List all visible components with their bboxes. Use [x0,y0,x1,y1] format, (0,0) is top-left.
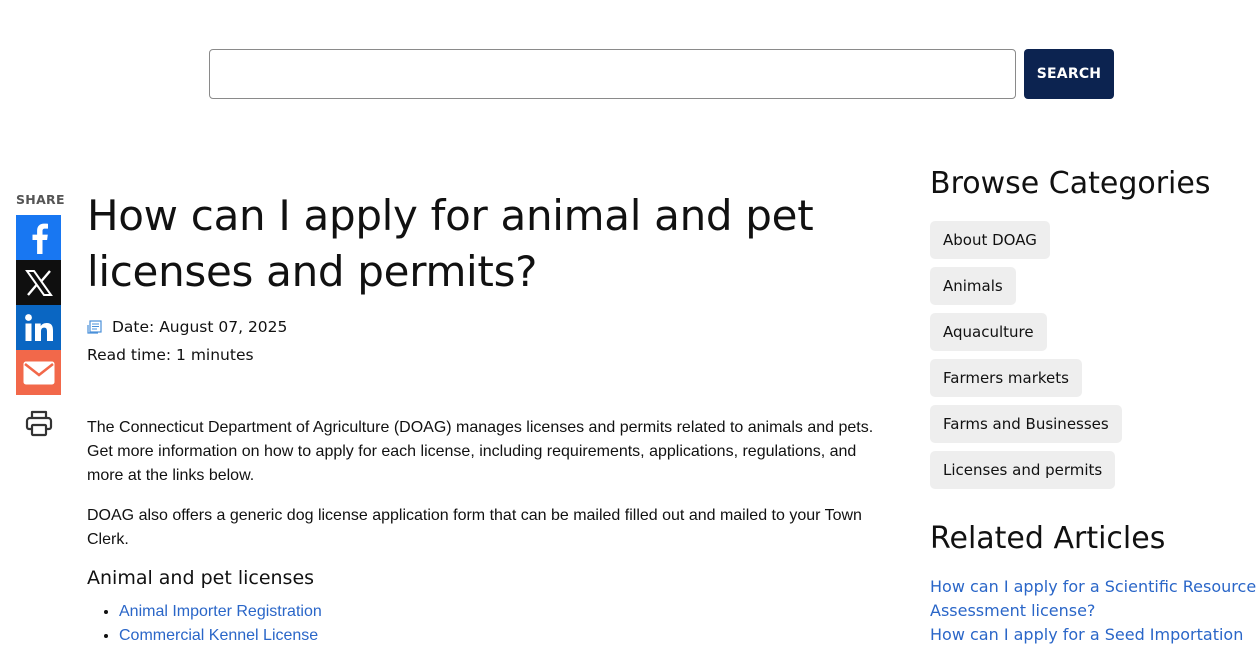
article-date: Date: August 07, 2025 [87,318,287,336]
list-item: How can I apply for a Scientific Resourc… [930,575,1257,623]
category-about-doag[interactable]: About DOAG [930,221,1050,259]
share-email-button[interactable] [16,350,61,395]
related-article-link[interactable]: How can I apply for a Seed Importation [930,625,1243,644]
article-paragraph: The Connecticut Department of Agricultur… [87,419,874,484]
license-links-list: Animal Importer Registration Commercial … [87,600,322,648]
linkedin-icon [24,313,53,341]
page-title: How can I apply for animal and pet licen… [87,191,814,296]
share-facebook-button[interactable] [16,215,61,260]
calendar-icon [87,320,102,334]
category-animals[interactable]: Animals [930,267,1016,305]
browse-categories-heading: Browse Categories [930,166,1211,201]
category-licenses-and-permits[interactable]: Licenses and permits [930,451,1116,489]
article-paragraph: DOAG also offers a generic dog license a… [87,507,862,548]
related-articles-heading: Related Articles [930,521,1166,556]
share-x-button[interactable] [16,260,61,305]
share-label: SHARE [16,192,65,207]
category-farmers-markets[interactable]: Farmers markets [930,359,1082,397]
x-icon [24,269,53,296]
related-articles-list: How can I apply for a Scientific Resourc… [930,575,1257,647]
category-farms-and-businesses[interactable]: Farms and Businesses [930,405,1122,443]
list-item: How can I apply for a Seed Importation [930,623,1257,647]
search-input[interactable] [209,49,1016,99]
related-article-link[interactable]: How can I apply for a Scientific Resourc… [930,577,1256,620]
read-time: Read time: 1 minutes [87,346,254,364]
printer-icon [25,410,52,436]
facebook-icon [32,223,48,254]
search-button[interactable]: SEARCH [1024,49,1114,99]
animal-importer-registration-link[interactable]: Animal Importer Registration [119,603,322,620]
list-item: Animal Importer Registration [119,600,322,624]
section-heading: Animal and pet licenses [87,567,315,589]
email-icon [23,361,54,384]
category-aquaculture[interactable]: Aquaculture [930,313,1047,351]
article-date-text: Date: August 07, 2025 [112,318,288,336]
list-item: Commercial Kennel License [119,624,322,648]
commercial-kennel-license-link[interactable]: Commercial Kennel License [119,627,318,644]
print-button[interactable] [16,400,61,445]
share-linkedin-button[interactable] [16,305,61,350]
